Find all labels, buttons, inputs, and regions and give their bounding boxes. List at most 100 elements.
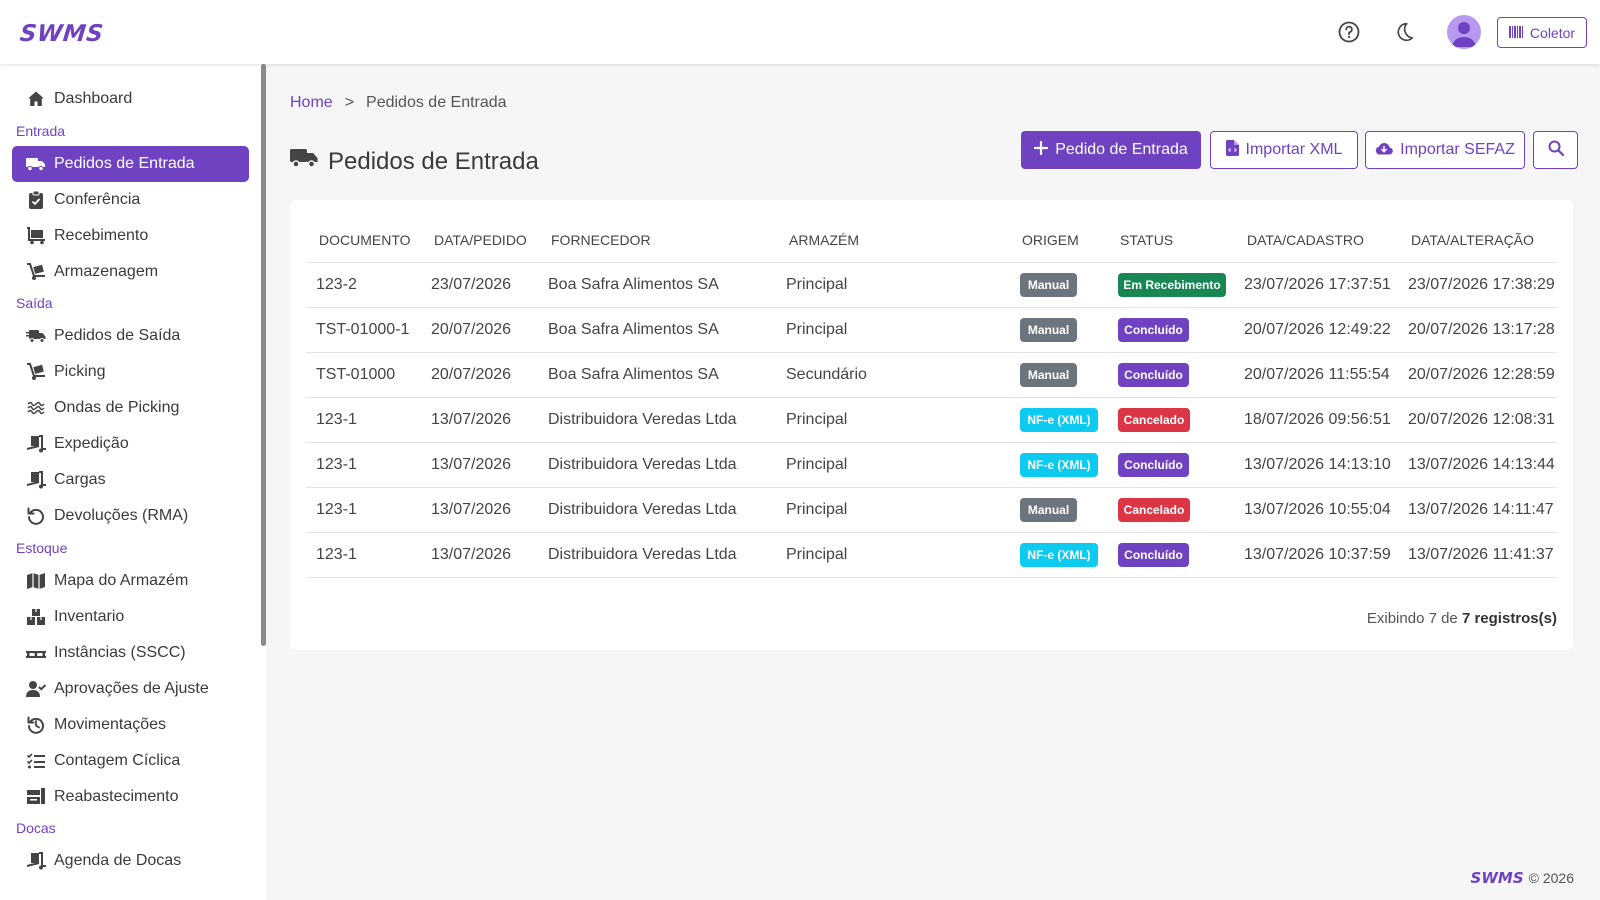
breadcrumb-home-link[interactable]: Home (290, 94, 333, 112)
import-sefaz-label: Importar SEFAZ (1400, 141, 1515, 158)
cell-armazem: Principal (786, 456, 848, 473)
cell-data-alteracao: 13/07/2026 11:41:37 (1408, 546, 1554, 563)
sidebar-item-label: Contagem Cíclica (54, 752, 181, 769)
cell-armazem: Principal (786, 321, 848, 338)
cell-data-pedido: 20/07/2026 (431, 366, 512, 383)
cell-data-alteracao: 13/07/2026 14:13:44 (1408, 456, 1555, 473)
cell-data-pedido: 20/07/2026 (431, 321, 512, 338)
table-row[interactable]: TST-01000 20/07/2026 Boa Safra Alimentos S… (290, 353, 1573, 398)
moon-icon[interactable] (1391, 19, 1417, 45)
question-circle-icon[interactable] (1336, 19, 1362, 45)
sidebar-item-pedidos-de-entrada[interactable]: Pedidos de Entrada (12, 146, 249, 182)
table-row[interactable]: TST-01000-1 20/07/2026 Boa Safra Alimentos… (290, 308, 1573, 353)
truck-icon (290, 147, 318, 176)
app-logo[interactable]: SWMS (19, 21, 105, 47)
table-row[interactable]: 123-2 23/07/2026 Boa Safra Alimentos SA Pri… (290, 263, 1573, 308)
table-row[interactable]: 123-1 13/07/2026 Distribuidora Veredas Ltd… (290, 488, 1573, 533)
sidebar-item-recebimento[interactable]: Recebimento (12, 218, 249, 254)
pallet-icon (26, 643, 46, 663)
cell-data-alteracao: 23/07/2026 17:38:29 (1408, 276, 1555, 293)
sidebar-item-cargas[interactable]: Cargas (12, 462, 249, 498)
sidebar-item-instancias-sscc[interactable]: Instâncias (SSCC) (12, 635, 249, 671)
cell-fornecedor: Distribuidora Veredas Ltda (548, 456, 737, 473)
dumpster-icon (26, 787, 46, 807)
page-title-text: Pedidos de Entrada (328, 147, 539, 175)
sidebar-item-devolucoes-rma[interactable]: Devoluções (RMA) (12, 498, 249, 534)
breadcrumb-separator: > (344, 94, 355, 111)
column-header-fornecedor[interactable]: FORNECEDOR (551, 232, 651, 248)
sidebar-item-label: Recebimento (54, 227, 149, 244)
cell-fornecedor: Distribuidora Veredas Ltda (548, 501, 737, 518)
row-divider (306, 577, 1557, 578)
sidebar-item-inventario[interactable]: Inventario (12, 599, 249, 635)
column-header-origem[interactable]: ORIGEM (1022, 232, 1079, 248)
cell-fornecedor: Boa Safra Alimentos SA (548, 366, 719, 383)
cart-flatbed-icon (26, 226, 46, 246)
truck-ramp-icon (26, 434, 46, 454)
sidebar-item-expedicao[interactable]: Expedição (12, 426, 249, 462)
sidebar-item-dashboard[interactable]: Dashboard (12, 81, 249, 117)
records-count: Exibindo 7 de 7 registros(s) (1367, 610, 1557, 627)
footer-logo: SWMS (1470, 869, 1524, 887)
search-icon (1548, 140, 1564, 161)
column-header-data-pedido[interactable]: DATA/PEDIDO (434, 232, 527, 248)
cell-data-alteracao: 20/07/2026 12:28:59 (1408, 366, 1555, 383)
user-avatar-icon[interactable] (1447, 15, 1481, 49)
sidebar-item-label: Pedidos de Entrada (54, 155, 195, 172)
sidebar-scrollbar[interactable] (261, 64, 266, 646)
rotate-left-icon (26, 506, 46, 526)
status-badge: Cancelado (1118, 498, 1190, 522)
column-header-documento[interactable]: DOCUMENTO (319, 232, 411, 248)
cell-data-pedido: 13/07/2026 (431, 546, 512, 563)
cell-data-cadastro: 13/07/2026 10:55:04 (1244, 501, 1391, 518)
sidebar-section-entrada: Entrada (16, 123, 66, 139)
cell-data-pedido: 13/07/2026 (431, 411, 512, 428)
sidebar-item-label: Picking (54, 363, 106, 380)
sidebar-item-label: Instâncias (SSCC) (54, 644, 186, 661)
cell-documento: 123-1 (316, 501, 357, 518)
sidebar-item-label: Conferência (54, 191, 141, 208)
cell-fornecedor: Boa Safra Alimentos SA (548, 321, 719, 338)
column-header-armazem[interactable]: ARMAZÉM (789, 232, 859, 248)
column-header-status[interactable]: STATUS (1120, 232, 1173, 248)
file-code-icon (1225, 139, 1239, 161)
sidebar-section-saida: Saída (16, 295, 53, 311)
top-bar: SWMS Coletor (0, 0, 1600, 64)
coletor-button[interactable]: Coletor (1497, 17, 1587, 48)
water-waves-icon (26, 398, 46, 418)
sidebar-item-picking[interactable]: Picking (12, 354, 249, 390)
import-xml-button[interactable]: Importar XML (1210, 131, 1358, 169)
table-row[interactable]: 123-1 13/07/2026 Distribuidora Veredas Ltd… (290, 443, 1573, 488)
search-button[interactable] (1533, 131, 1578, 169)
sidebar-item-conferencia[interactable]: Conferência (12, 182, 249, 218)
sidebar-item-contagem-ciclica[interactable]: Contagem Cíclica (12, 743, 249, 779)
cell-data-cadastro: 18/07/2026 09:56:51 (1244, 411, 1391, 428)
sidebar-item-reabastecimento[interactable]: Reabastecimento (12, 779, 249, 815)
cell-armazem: Secundário (786, 366, 867, 383)
new-pedido-entrada-button[interactable]: Pedido de Entrada (1021, 131, 1201, 169)
import-sefaz-button[interactable]: Importar SEFAZ (1365, 131, 1525, 169)
sidebar-item-pedidos-de-saida[interactable]: Pedidos de Saída (12, 318, 249, 354)
sidebar-item-agenda-de-docas[interactable]: Agenda de Docas (12, 843, 249, 879)
footer-copyright: SWMS © 2026 (1471, 869, 1574, 887)
cloud-download-icon (1375, 141, 1393, 160)
sidebar-item-mapa-do-armazem[interactable]: Mapa do Armazém (12, 563, 249, 599)
sidebar-item-armazenagem[interactable]: Armazenagem (12, 254, 249, 290)
list-check-icon (26, 751, 46, 771)
cell-documento: 123-1 (316, 411, 357, 428)
table-row[interactable]: 123-1 13/07/2026 Distribuidora Veredas Ltd… (290, 533, 1573, 578)
sidebar-item-movimentacoes[interactable]: Movimentações (12, 707, 249, 743)
truck-ramp-icon (26, 470, 46, 490)
plus-icon (1034, 140, 1049, 160)
cell-data-cadastro: 23/07/2026 17:37:51 (1244, 276, 1391, 293)
table-row[interactable]: 123-1 13/07/2026 Distribuidora Veredas Ltd… (290, 398, 1573, 443)
sidebar-item-aprovacoes-de-ajuste[interactable]: Aprovações de Ajuste (12, 671, 249, 707)
sidebar-item-ondas-de-picking[interactable]: Ondas de Picking (12, 390, 249, 426)
breadcrumb: Home > Pedidos de Entrada (290, 94, 507, 112)
column-header-data-alteracao[interactable]: DATA/ALTERAÇÃO (1411, 232, 1534, 248)
home-icon (26, 89, 46, 109)
sidebar-item-label: Mapa do Armazém (54, 572, 189, 589)
column-header-data-cadastro[interactable]: DATA/CADASTRO (1247, 232, 1364, 248)
cell-data-alteracao: 20/07/2026 13:17:28 (1408, 321, 1555, 338)
cell-data-pedido: 13/07/2026 (431, 501, 512, 518)
